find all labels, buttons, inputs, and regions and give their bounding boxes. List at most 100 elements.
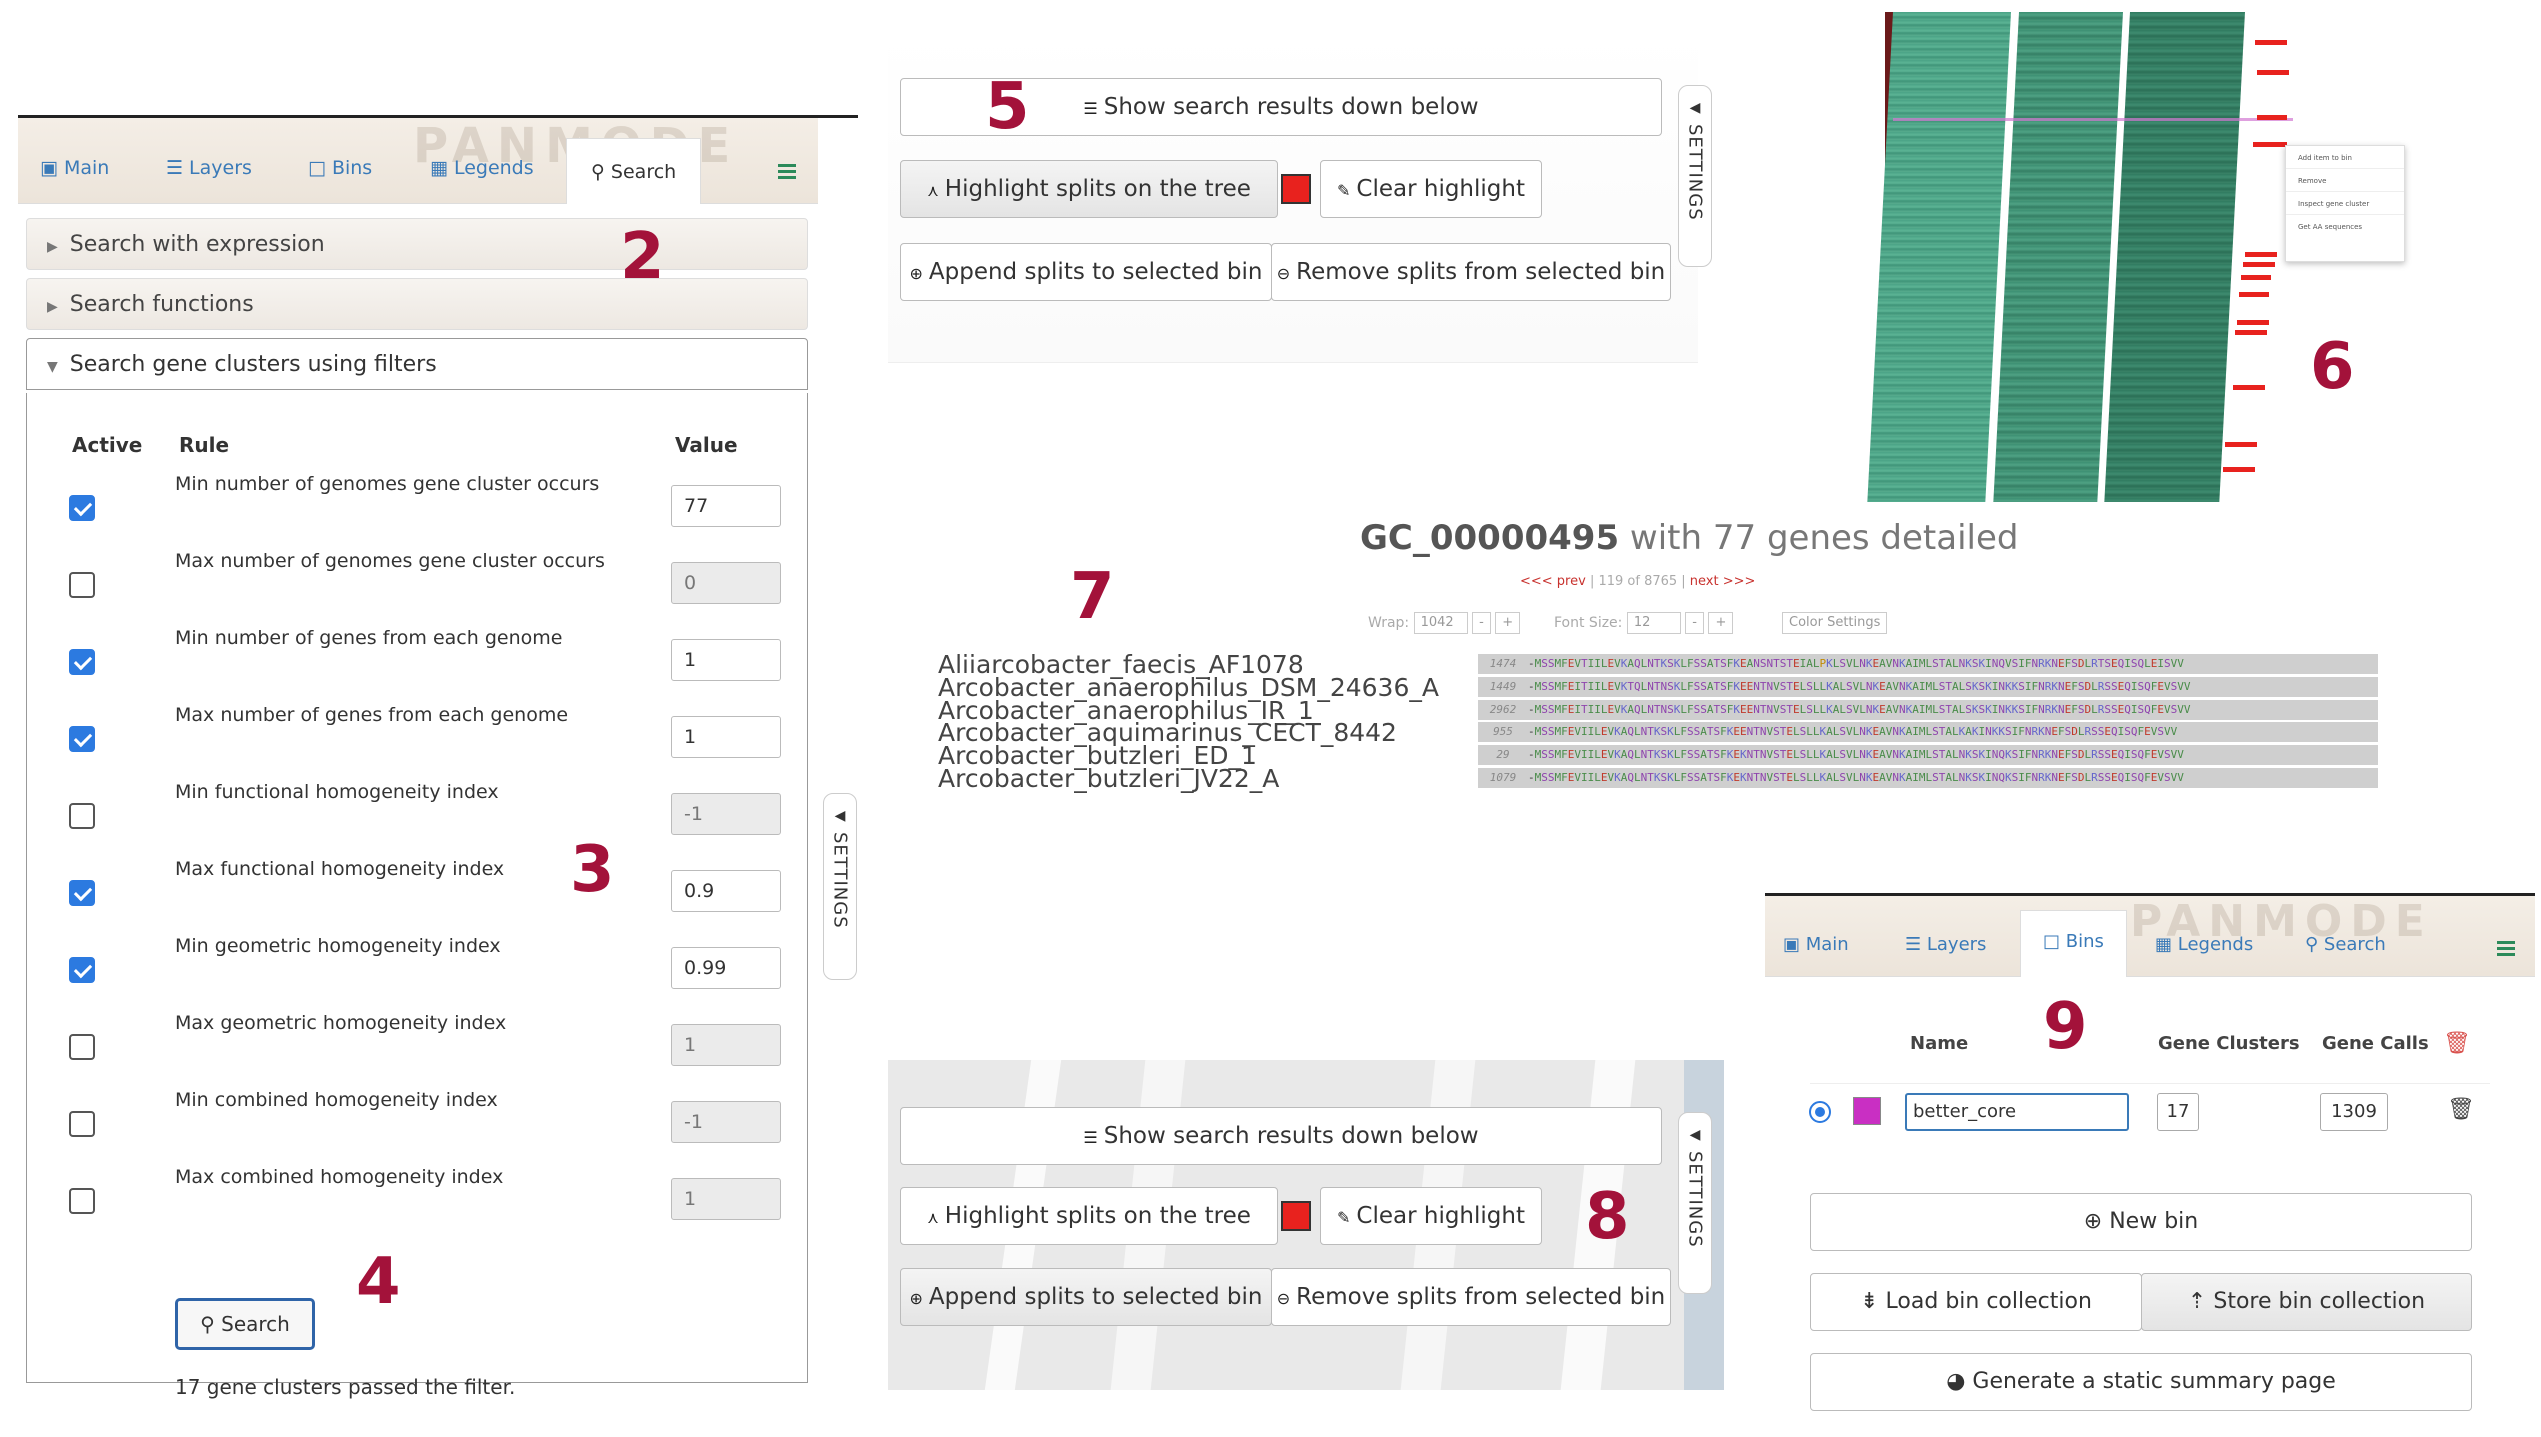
active-checkbox[interactable]: [69, 1034, 95, 1060]
gene-call-id[interactable]: 1449: [1478, 677, 1528, 697]
header-rule: Rule: [179, 433, 230, 457]
accordion-search-expression[interactable]: ▶ Search with expression: [26, 218, 808, 270]
tab-search[interactable]: ⚲ Search: [2305, 934, 2386, 955]
active-checkbox[interactable]: [69, 726, 95, 752]
rule-value-input[interactable]: 1: [671, 1024, 781, 1066]
font-decrease-button[interactable]: -: [1685, 612, 1704, 634]
active-checkbox[interactable]: [69, 572, 95, 598]
context-menu-item[interactable]: Add item to bin: [2286, 146, 2404, 169]
minus-circle-icon: ⊖: [1276, 1289, 1291, 1308]
bin-color-swatch[interactable]: [1853, 1097, 1881, 1125]
context-menu-item[interactable]: Inspect gene cluster: [2286, 192, 2404, 215]
divider: [1810, 1083, 2490, 1084]
gene-call-id[interactable]: 2962: [1478, 700, 1528, 720]
list-icon: ☰: [1083, 99, 1098, 118]
rule-value-input[interactable]: -1: [671, 1101, 781, 1143]
context-menu-item[interactable]: Get AA sequences: [2286, 215, 2404, 237]
globe-icon: ◕: [1946, 1369, 1973, 1394]
image-icon: ▣: [40, 157, 58, 179]
rule-value-input[interactable]: -1: [671, 793, 781, 835]
active-checkbox[interactable]: [69, 880, 95, 906]
accordion-search-filters[interactable]: ▼ Search gene clusters using filters: [26, 338, 808, 390]
search-icon: ⚲: [200, 1312, 222, 1336]
font-size-input[interactable]: 12: [1626, 612, 1681, 634]
rule-value-input[interactable]: 0.99: [671, 947, 781, 989]
font-increase-button[interactable]: +: [1708, 612, 1734, 634]
tab-legends[interactable]: ▦ Legends: [430, 148, 534, 188]
tab-bar: PANMODE ▣ Main ☰ Layers □ Bins ▦ Legends…: [1765, 896, 2535, 977]
caret-right-icon: ▶: [47, 239, 58, 255]
plus-circle-icon: ⊕: [909, 1289, 923, 1308]
gene-call-id[interactable]: 1474: [1478, 654, 1528, 674]
append-splits-button[interactable]: ⊕ Append splits to selected bin: [900, 243, 1272, 301]
eraser-icon: ✎: [1337, 1208, 1351, 1227]
cluster-position: | 119 of 8765 |: [1585, 574, 1690, 589]
menu-icon[interactable]: [778, 164, 796, 182]
delete-all-icon[interactable]: 🗑: [2443, 1031, 2471, 1056]
marker-6: 6: [2310, 330, 2355, 404]
prev-link[interactable]: <<< prev: [1520, 574, 1586, 589]
settings-toggle[interactable]: ◀ SETTINGS: [823, 793, 857, 980]
highlight-splits-button[interactable]: ⋏ Highlight splits on the tree: [900, 1187, 1278, 1245]
highlight-color-swatch[interactable]: [1281, 174, 1311, 204]
tab-main[interactable]: ▣ Main: [1783, 934, 1849, 955]
settings-toggle[interactable]: ◀ SETTINGS: [1678, 85, 1712, 267]
rule-label: Max geometric homogeneity index: [175, 1012, 507, 1034]
gene-call-id[interactable]: 1079: [1478, 768, 1528, 788]
aa-sequence: -MSSMFEITIILEVKTQLNTNSKLFSSATSFKEENTNVST…: [1528, 679, 2191, 693]
wrap-input[interactable]: 1042: [1413, 612, 1468, 634]
rule-value-input[interactable]: 1: [671, 639, 781, 681]
tab-main[interactable]: ▣ Main: [40, 148, 109, 188]
show-results-button[interactable]: ☰ Show search results down below: [900, 1107, 1662, 1165]
delete-bin-icon[interactable]: 🗑: [2447, 1097, 2475, 1122]
clear-highlight-button[interactable]: ✎ Clear highlight: [1320, 160, 1542, 218]
tab-layers[interactable]: ☰ Layers: [166, 148, 252, 188]
highlight-mark: [2223, 467, 2255, 472]
tab-search[interactable]: ⚲ Search: [566, 138, 702, 204]
button-label: New bin: [2109, 1209, 2199, 1234]
remove-splits-button[interactable]: ⊖ Remove splits from selected bin: [1271, 243, 1671, 301]
search-button[interactable]: ⚲ Search: [175, 1298, 315, 1350]
active-checkbox[interactable]: [69, 1111, 95, 1137]
rule-value-input[interactable]: 1: [671, 716, 781, 758]
bin-name-input[interactable]: better_core: [1905, 1093, 2129, 1131]
active-checkbox[interactable]: [69, 495, 95, 521]
load-bin-collection-button[interactable]: ⇟ Load bin collection: [1810, 1273, 2142, 1331]
active-checkbox[interactable]: [69, 803, 95, 829]
append-splits-button[interactable]: ⊕ Append splits to selected bin: [900, 1268, 1272, 1326]
active-checkbox[interactable]: [69, 649, 95, 675]
tab-bins[interactable]: □ Bins: [308, 148, 372, 188]
bin-icon: □: [308, 157, 326, 179]
gene-call-id[interactable]: 29: [1478, 745, 1528, 765]
rule-value-input[interactable]: 1: [671, 1178, 781, 1220]
remove-splits-button[interactable]: ⊖ Remove splits from selected bin: [1271, 1268, 1671, 1326]
color-settings-button[interactable]: Color Settings: [1782, 612, 1888, 634]
tab-bins[interactable]: □ Bins: [2020, 910, 2127, 977]
store-bin-collection-button[interactable]: ⇡ Store bin collection: [2141, 1273, 2472, 1331]
rule-value-input[interactable]: 0: [671, 562, 781, 604]
menu-icon[interactable]: [2497, 941, 2515, 959]
new-bin-button[interactable]: ⊕ New bin: [1810, 1193, 2472, 1251]
highlight-color-swatch[interactable]: [1281, 1201, 1311, 1231]
tab-legends[interactable]: ▦ Legends: [2155, 934, 2253, 955]
next-link[interactable]: next >>>: [1690, 574, 1756, 589]
highlight-mark: [2225, 442, 2257, 447]
wrap-decrease-button[interactable]: -: [1472, 612, 1491, 634]
header-active: Active: [72, 433, 143, 457]
accordion-search-functions[interactable]: ▶ Search functions: [26, 278, 808, 330]
rule-label: Max functional homogeneity index: [175, 858, 505, 880]
active-checkbox[interactable]: [69, 1188, 95, 1214]
active-checkbox[interactable]: [69, 957, 95, 983]
wrap-increase-button[interactable]: +: [1495, 612, 1521, 634]
tab-layers[interactable]: ☰ Layers: [1905, 934, 1986, 955]
minus-circle-icon: ⊖: [1276, 264, 1291, 283]
clear-highlight-button[interactable]: ✎ Clear highlight: [1320, 1187, 1542, 1245]
gene-call-id[interactable]: 955: [1478, 722, 1528, 742]
context-menu-item[interactable]: Remove: [2286, 169, 2404, 192]
highlight-splits-button[interactable]: ⋏ Highlight splits on the tree: [900, 160, 1278, 218]
rule-value-input[interactable]: 77: [671, 485, 781, 527]
rule-value-input[interactable]: 0.9: [671, 870, 781, 912]
generate-summary-button[interactable]: ◕ Generate a static summary page: [1810, 1353, 2472, 1411]
settings-toggle[interactable]: ◀ SETTINGS: [1678, 1112, 1712, 1294]
bin-radio[interactable]: [1809, 1101, 1831, 1123]
